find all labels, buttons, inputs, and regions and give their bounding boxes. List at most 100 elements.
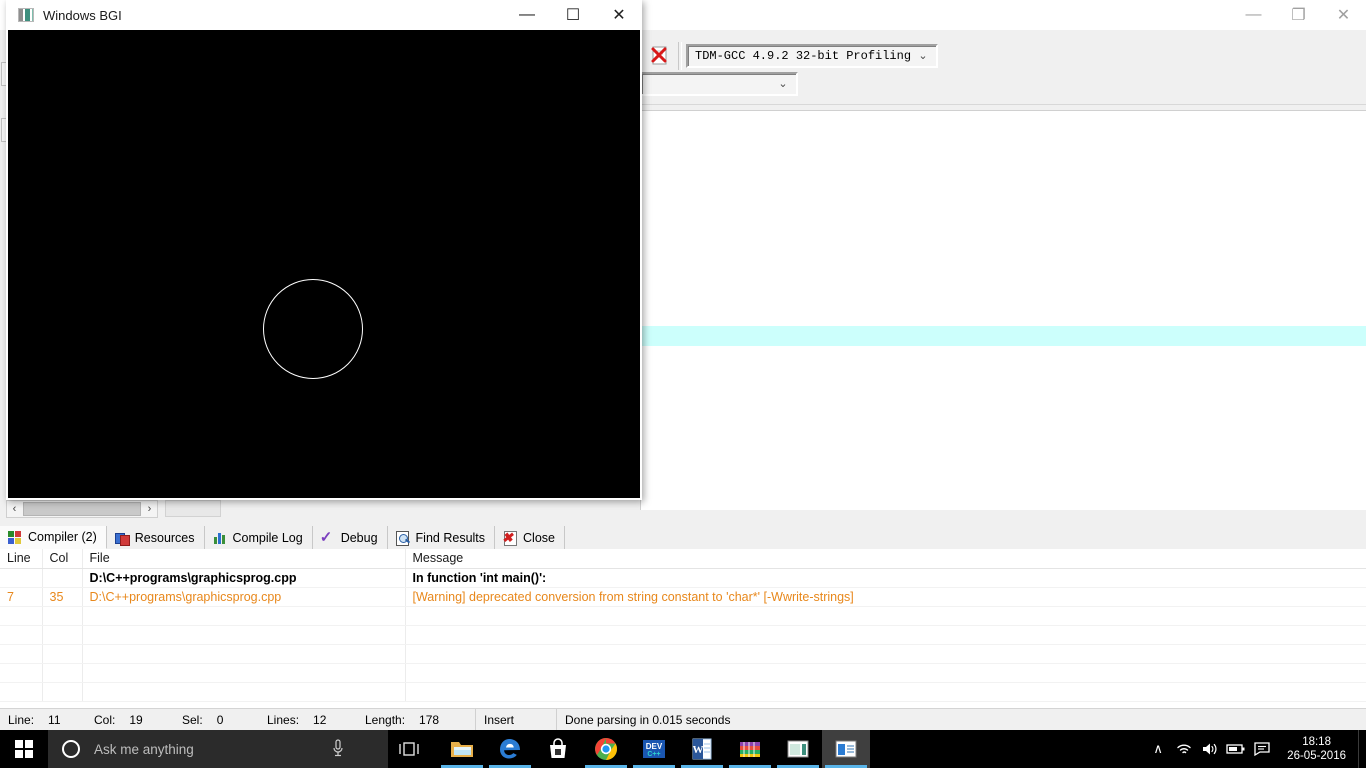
clock[interactable]: 18:18 26-05-2016 — [1275, 730, 1358, 768]
status-insert-mode-value: Insert — [484, 713, 515, 727]
windows-bgi-window[interactable]: Windows BGI — ☐ ✕ — [6, 0, 642, 500]
taskbar-app-buttons: DEV C++ W — [438, 730, 870, 768]
taskbar-item-microsoft-edge[interactable] — [486, 730, 534, 768]
drawn-circle-shape — [263, 279, 363, 379]
show-desktop-button[interactable] — [1358, 730, 1366, 768]
cell-col — [42, 663, 83, 683]
header-col[interactable]: Col — [42, 549, 83, 569]
taskbar-item-windows-bgi[interactable] — [774, 730, 822, 768]
code-editor[interactable] — [640, 110, 1366, 511]
cell-line: 7 — [0, 587, 43, 607]
scroll-left-arrow-icon[interactable]: ‹ — [7, 501, 22, 517]
cell-file: D:\C++programs\graphicsprog.cpp — [82, 587, 406, 607]
bgi-maximize-button[interactable]: ☐ — [550, 0, 596, 30]
cell-message: [Warning] deprecated conversion from str… — [405, 587, 1366, 607]
tab-find-results-label: Find Results — [415, 530, 486, 545]
compiler-select[interactable]: TDM-GCC 4.9.2 32-bit Profiling ⌄ — [686, 44, 938, 68]
status-message: Done parsing in 0.015 seconds — [557, 709, 1366, 731]
cell-message — [405, 682, 1366, 702]
cell-line — [0, 663, 43, 683]
show-hidden-icons-button[interactable]: ∧ — [1145, 730, 1171, 768]
start-button[interactable] — [0, 730, 48, 768]
svg-text:DEV: DEV — [646, 742, 663, 751]
status-insert-mode[interactable]: Insert — [476, 709, 556, 731]
svg-text:W: W — [693, 744, 704, 756]
scroll-right-arrow-icon[interactable]: › — [142, 501, 157, 517]
bgi-minimize-button[interactable]: — — [504, 0, 550, 30]
wifi-icon[interactable] — [1171, 730, 1197, 768]
devcpp-minimize-icon[interactable]: — — [1231, 0, 1276, 30]
table-row[interactable] — [0, 682, 1366, 702]
table-row[interactable] — [0, 625, 1366, 645]
table-row[interactable] — [0, 644, 1366, 664]
taskbar-item-dev-cpp-window[interactable] — [822, 730, 870, 768]
compiler-select-value: TDM-GCC 4.9.2 32-bit Profiling — [695, 49, 912, 63]
check-icon: ✓ — [319, 528, 333, 546]
table-row[interactable]: D:\C++programs\graphicsprog.cpp In funct… — [0, 568, 1366, 588]
windows-bgi-icon — [787, 740, 809, 758]
search-input[interactable]: Ask me anything — [48, 730, 388, 768]
compiler-results-panel[interactable]: Line Col File Message D:\C++programs\gra… — [0, 549, 1366, 708]
cell-message — [405, 644, 1366, 664]
status-length-label: Length: — [365, 713, 406, 727]
bgi-title-text: Windows BGI — [43, 7, 122, 23]
cell-col — [42, 644, 83, 664]
table-row[interactable] — [0, 606, 1366, 626]
secondary-select[interactable]: ⌄ — [640, 72, 798, 96]
header-message[interactable]: Message — [405, 549, 1366, 569]
table-header-row: Line Col File Message — [0, 549, 1366, 569]
table-row[interactable] — [0, 663, 1366, 683]
tab-compile-log[interactable]: Compile Log — [204, 526, 313, 549]
devcpp-close-icon[interactable]: ✕ — [1321, 0, 1366, 30]
bgi-graphics-canvas — [8, 30, 640, 498]
microphone-icon[interactable] — [332, 739, 344, 759]
chevron-down-icon-2[interactable]: ⌄ — [776, 77, 790, 91]
header-line[interactable]: Line — [0, 549, 43, 569]
battery-icon[interactable] — [1223, 730, 1249, 768]
header-file[interactable]: File — [82, 549, 406, 569]
google-chrome-icon — [595, 738, 617, 760]
table-row[interactable]: 7 35 D:\C++programs\graphicsprog.cpp [Wa… — [0, 587, 1366, 607]
tab-debug-label: Debug — [340, 530, 378, 545]
clock-date: 26-05-2016 — [1287, 750, 1346, 762]
status-message-value: Done parsing in 0.015 seconds — [565, 713, 731, 727]
scrollbar-thumb[interactable] — [23, 502, 141, 516]
task-view-icon — [399, 742, 419, 756]
chevron-down-icon[interactable]: ⌄ — [916, 49, 930, 63]
four-squares-icon — [7, 529, 23, 545]
cell-file — [82, 606, 406, 626]
bgi-titlebar[interactable]: Windows BGI — ☐ ✕ — [6, 0, 642, 30]
tab-close[interactable]: ✖ Close — [495, 526, 565, 549]
devcpp-restore-icon[interactable]: ❐ — [1276, 0, 1321, 30]
cell-line — [0, 644, 43, 664]
status-length-value: 178 — [419, 713, 440, 727]
bgi-window-controls: — ☐ ✕ — [504, 0, 642, 30]
volume-icon[interactable] — [1197, 730, 1223, 768]
tab-compiler[interactable]: Compiler (2) — [0, 526, 107, 549]
cell-message — [405, 606, 1366, 626]
taskbar-item-winrar[interactable] — [726, 730, 774, 768]
cell-file — [82, 663, 406, 683]
status-col: Col: 19 — [86, 709, 174, 731]
taskbar-item-microsoft-store[interactable] — [534, 730, 582, 768]
resources-icon — [114, 530, 130, 546]
tab-close-label: Close — [523, 530, 555, 545]
action-center-icon[interactable] — [1249, 730, 1275, 768]
taskbar-item-file-explorer[interactable] — [438, 730, 486, 768]
task-view-button[interactable] — [388, 730, 430, 768]
taskbar-item-microsoft-word[interactable]: W — [678, 730, 726, 768]
file-explorer-icon — [451, 742, 473, 757]
tab-find-results[interactable]: Find Results — [387, 526, 496, 549]
microsoft-store-icon — [550, 738, 566, 758]
taskbar-item-dev-cpp[interactable]: DEV C++ — [630, 730, 678, 768]
cell-message: In function 'int main()': — [405, 568, 1366, 588]
cell-line — [0, 606, 43, 626]
tab-debug[interactable]: ✓ Debug — [312, 526, 388, 549]
tab-resources[interactable]: Resources — [106, 526, 205, 549]
abort-compile-icon[interactable] — [648, 44, 672, 68]
microsoft-word-icon: W — [692, 738, 712, 760]
bgi-close-button[interactable]: ✕ — [596, 0, 642, 30]
taskbar-item-google-chrome[interactable] — [582, 730, 630, 768]
cortana-icon[interactable] — [62, 740, 80, 758]
editor-horizontal-scrollbar[interactable]: ‹ › — [6, 500, 158, 518]
